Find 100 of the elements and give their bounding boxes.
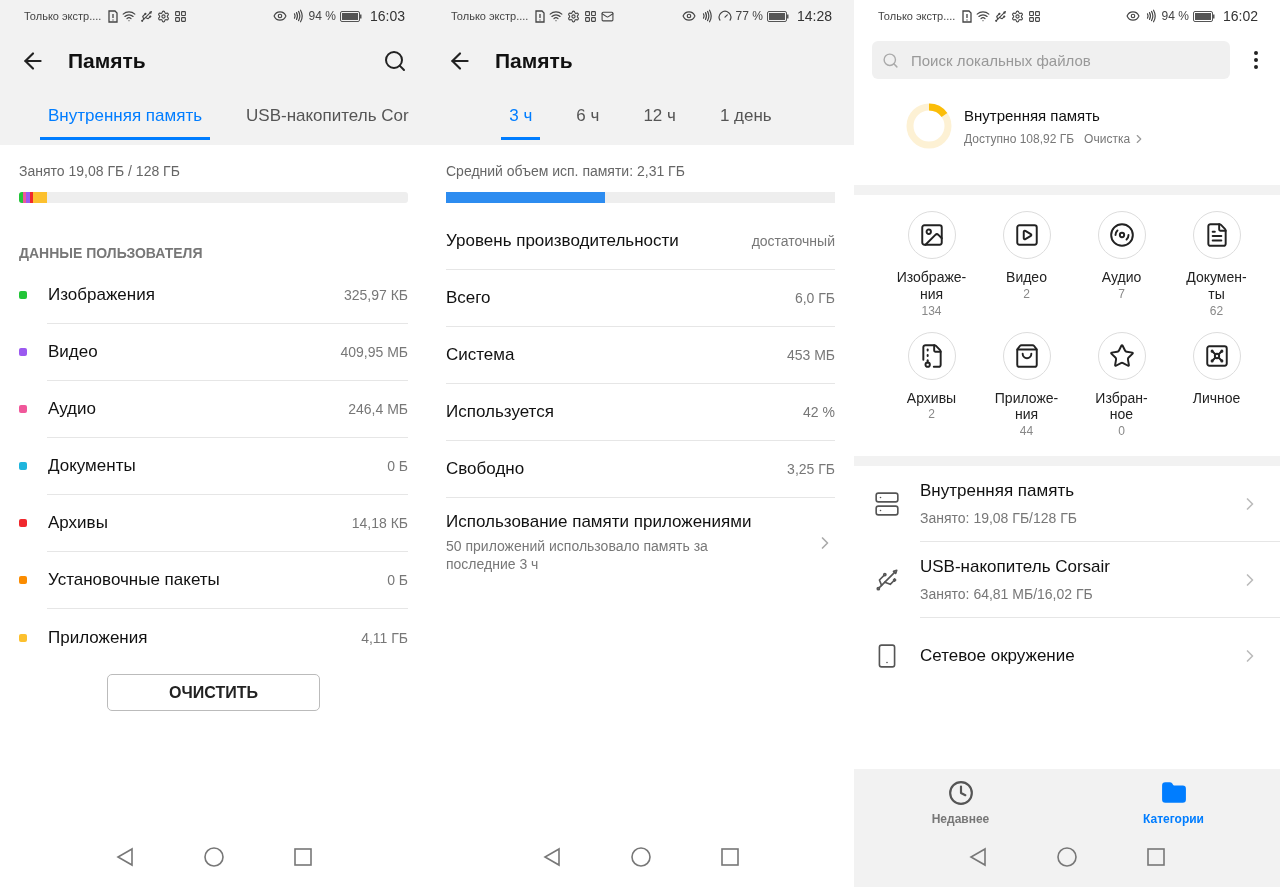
tab[interactable]: Внутренняя память (40, 94, 211, 140)
search-icon[interactable] (383, 49, 407, 73)
item-title: Использование памяти приложениями (446, 512, 753, 532)
row-label: Всего (446, 288, 492, 308)
back-nav-icon[interactable] (969, 847, 987, 867)
search-field[interactable]: Поиск локальных файлов (872, 41, 1230, 79)
carrier-text: Только экстр.... (24, 10, 102, 22)
gear-icon (1011, 9, 1025, 23)
star-icon (1108, 342, 1135, 369)
category-size: 4,11 ГБ (361, 629, 408, 646)
folder-icon (1160, 780, 1187, 806)
gear-icon (567, 9, 581, 23)
category-item[interactable]: Аудио 7 (1074, 211, 1169, 318)
category-item[interactable]: Приложе- ния 44 (979, 331, 1074, 439)
battery-percent: 94 % (308, 9, 336, 23)
image-icon (918, 222, 945, 248)
home-nav-icon[interactable] (630, 847, 651, 867)
recents-nav-icon[interactable] (720, 848, 739, 866)
category-name: Архивы (48, 513, 109, 533)
eye-icon (1125, 9, 1140, 23)
category-name: Документы (48, 456, 137, 476)
category-name: Изображения (48, 285, 156, 305)
average-memory-text: Средний объем исп. памяти: 2,31 ГБ (446, 163, 686, 179)
row-label: Используется (446, 402, 555, 422)
home-nav-icon[interactable] (203, 847, 224, 867)
screen-title: Память (495, 49, 574, 73)
category-item[interactable]: Докумен- ты 62 (1169, 211, 1264, 318)
category-item[interactable]: Избран- ное 0 (1074, 331, 1169, 439)
video-icon (1013, 222, 1040, 248)
tab[interactable]: 12 ч (635, 94, 684, 140)
category-name: Видео (48, 342, 99, 362)
row-value: 42 % (803, 404, 835, 420)
usb-icon (994, 9, 1008, 23)
clock-icon (947, 780, 974, 806)
used-storage-text: Занято 19,08 ГБ / 128 ГБ (19, 163, 181, 179)
row-value: достаточный (751, 233, 835, 249)
clock-time: 14:28 (796, 8, 832, 24)
clock-time: 16:03 (369, 8, 405, 24)
battery-icon (1192, 10, 1215, 22)
category-size: 0 Б (387, 572, 408, 588)
recents-nav-icon[interactable] (1147, 848, 1165, 866)
clean-link[interactable]: Очистка (1084, 131, 1147, 146)
sim-alert-icon (962, 9, 973, 23)
category-item[interactable]: Архивы 2 (884, 331, 979, 439)
location-item[interactable]: USB-накопитель Corsair Занято: 64,81 МБ/16,02 ГБ (854, 542, 1280, 619)
row-value: 453 МБ (786, 347, 835, 363)
category-name: Установочные пакеты (48, 570, 221, 590)
tab[interactable]: 3 ч (501, 94, 541, 140)
back-nav-icon[interactable] (115, 847, 134, 867)
tab[interactable]: 6 ч (568, 94, 608, 140)
storage-icon (874, 491, 900, 518)
storage-title: Внутренняя память (964, 106, 1101, 124)
recents-nav-icon[interactable] (293, 848, 312, 866)
battery-icon (766, 10, 789, 22)
grid-icon (584, 9, 598, 23)
carrier-text: Только экстр.... (451, 10, 529, 22)
category-item[interactable]: Личное (1169, 331, 1264, 439)
tab[interactable]: 1 день (711, 94, 780, 140)
item-subtitle: 50 приложений использовало память за последние 3 ч (446, 537, 709, 574)
wifi-icon (976, 9, 991, 23)
usb-icon (140, 9, 154, 23)
disc-icon (1108, 222, 1135, 248)
category-size: 325,97 КБ (343, 287, 408, 303)
location-item[interactable]: Внутренняя память Занято: 19,08 ГБ/128 ГБ (854, 466, 1280, 543)
gear-icon (157, 9, 171, 23)
sim-alert-icon (108, 9, 119, 23)
tab[interactable]: USB-накопитель Cor (238, 94, 417, 140)
search-input[interactable]: Поиск локальных файлов (909, 50, 1220, 70)
back-nav-icon[interactable] (542, 847, 561, 867)
usb-icon (874, 567, 900, 594)
category-size: 246,4 МБ (348, 401, 408, 417)
safe-icon (1203, 342, 1230, 369)
category-name: Аудио (48, 399, 97, 419)
category-size: 409,95 МБ (340, 344, 408, 360)
row-label: Свободно (446, 459, 526, 479)
available-space-text: Доступно 108,92 ГБ (964, 131, 1075, 146)
grid-icon (1028, 9, 1042, 23)
location-item[interactable]: Сетевое окружение (854, 618, 1280, 695)
row-value: 6,0 ГБ (794, 290, 835, 306)
row-label: Система (446, 345, 516, 365)
app-memory-usage-item[interactable]: Использование памяти приложениями 50 приложений использовало память за последние 3 ч (446, 498, 835, 588)
eye-icon (272, 9, 287, 23)
bag-icon (1013, 342, 1040, 369)
battery-percent: 77 % (735, 9, 763, 23)
wifi-icon (122, 9, 137, 23)
category-item[interactable]: Видео 2 (979, 211, 1074, 318)
mail-icon (601, 9, 615, 23)
bottom-tab[interactable]: Недавнее (854, 779, 1067, 827)
wifi-icon (549, 9, 564, 23)
row-label: Уровень производительности (446, 231, 680, 251)
category-size: 14,18 КБ (351, 515, 408, 531)
sim-alert-icon (535, 9, 546, 23)
category-name: Приложения (48, 627, 149, 648)
gauge-icon (717, 9, 732, 23)
home-nav-icon[interactable] (1057, 847, 1077, 867)
battery-icon (339, 10, 362, 22)
clean-button[interactable]: ОЧИСТИТЬ (107, 674, 320, 711)
screen-title: Память (68, 49, 147, 73)
category-item[interactable]: Изображе- ния 134 (884, 211, 979, 318)
clock-time: 16:02 (1222, 8, 1258, 24)
